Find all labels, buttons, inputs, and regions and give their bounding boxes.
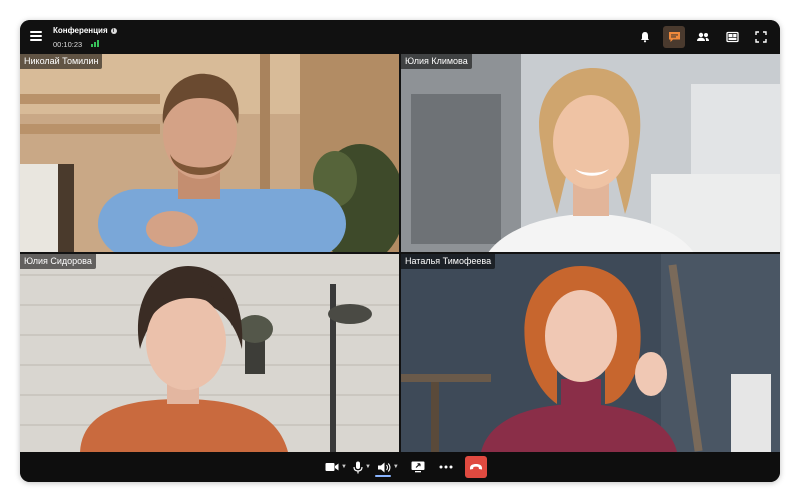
participant-name: Наталья Тимофеева [401,254,496,269]
video-tile[interactable]: Юлия Климова [401,54,780,252]
participant-video [401,54,780,252]
call-controls-bar: ▼ ▼ ▼ [20,452,780,482]
layout-icon[interactable] [721,26,743,48]
participant-name: Николай Томилин [20,54,103,69]
info-icon[interactable]: i [110,28,117,34]
top-bar: Конференция i 00:10:23 [20,20,780,54]
more-icon [439,465,453,469]
video-tile[interactable]: Юлия Сидорова [20,254,399,452]
microphone-icon [353,461,363,473]
participant-name: Юлия Климова [401,54,472,69]
conference-window: Конференция i 00:10:23 Николай Томилин Ю… [20,20,780,482]
conference-title: Конференция i [53,26,117,35]
camera-icon [325,463,339,471]
more-button[interactable] [439,456,453,478]
chevron-down-icon[interactable]: ▼ [365,464,371,470]
fullscreen-icon[interactable] [750,26,772,48]
hang-up-icon [469,464,482,470]
screen-share-button[interactable] [411,456,425,478]
video-tile[interactable]: Николай Томилин [20,54,399,252]
screen-share-icon [411,461,425,473]
participant-name: Юлия Сидорова [20,254,96,269]
bell-icon[interactable] [634,26,656,48]
signal-strength-icon [91,40,101,47]
hang-up-button[interactable] [464,456,487,478]
menu-icon[interactable] [30,31,42,41]
call-timer: 00:10:23 [53,40,83,49]
video-grid: Николай Томилин Юлия Климова Юлия Сидоро… [20,54,780,452]
video-tile[interactable]: Наталья Тимофеева [401,254,780,452]
chevron-down-icon[interactable]: ▼ [341,464,347,470]
participants-icon[interactable] [692,26,714,48]
participant-video [20,54,399,252]
participant-video [20,254,399,452]
chevron-down-icon[interactable]: ▼ [393,464,399,470]
participant-video [401,254,780,452]
chat-icon[interactable] [663,26,685,48]
conference-title-text: Конференция [53,26,108,35]
speaker-icon [377,462,391,472]
mic-level-indicator [375,475,391,477]
microphone-button[interactable]: ▼ [353,456,371,478]
camera-button[interactable]: ▼ [325,456,347,478]
